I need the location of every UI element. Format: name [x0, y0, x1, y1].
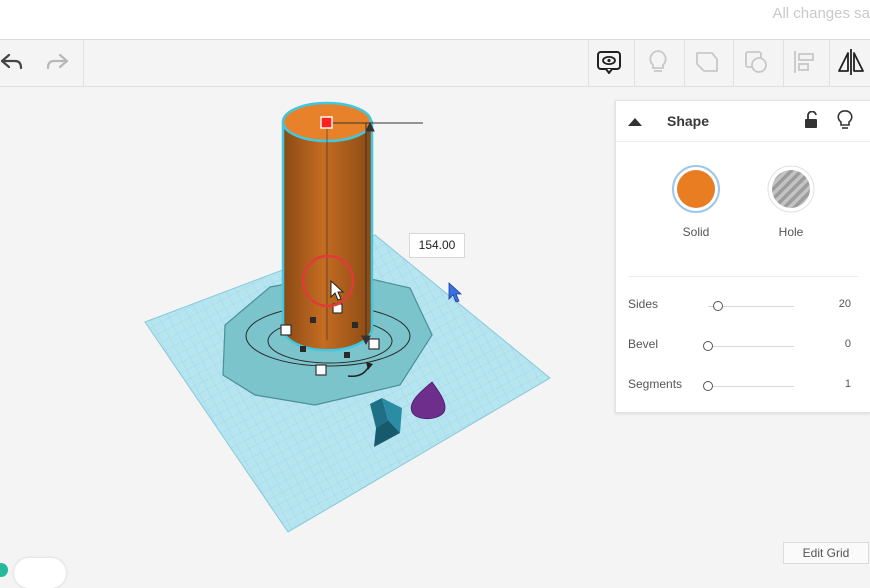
toolbar-divider	[829, 40, 830, 86]
segments-value[interactable]: 1	[845, 378, 851, 390]
inspector-divider	[628, 276, 858, 277]
align-icon	[794, 51, 814, 73]
top-bar: All changes sa	[0, 0, 870, 40]
toolbar	[0, 40, 870, 87]
height-dimension-label[interactable]: 154.00	[409, 233, 465, 258]
bevel-slider-track[interactable]	[708, 346, 794, 347]
lock-button[interactable]	[803, 110, 819, 134]
solid-color-swatch[interactable]	[671, 164, 721, 214]
inspector-header: Shape	[616, 101, 870, 142]
undo-arrow-icon	[0, 53, 23, 70]
shape-outline-button[interactable]	[690, 45, 724, 79]
toolbar-divider	[588, 40, 589, 86]
redo-button[interactable]	[40, 45, 74, 79]
collapse-button[interactable]	[628, 114, 642, 132]
bevel-property: Bevel 0	[616, 337, 870, 357]
lightbulb-icon	[649, 50, 667, 72]
hole-swatch[interactable]	[766, 164, 816, 214]
sides-value[interactable]: 20	[839, 298, 851, 310]
lightbulb-button[interactable]	[641, 45, 675, 79]
sides-slider-thumb[interactable]	[713, 301, 724, 311]
edit-grid-button[interactable]: Edit Grid	[783, 542, 869, 564]
inspector-title: Shape	[667, 113, 710, 129]
solid-label: Solid	[682, 225, 710, 239]
solid-option[interactable]: Solid	[666, 165, 726, 239]
lightbulb-icon	[837, 110, 853, 129]
group-button[interactable]	[739, 45, 773, 79]
hole-label: Hole	[778, 225, 804, 239]
toolbar-divider	[634, 40, 635, 86]
segments-slider-track[interactable]	[708, 386, 794, 387]
hole-option[interactable]: Hole	[761, 165, 821, 239]
undo-button[interactable]	[0, 45, 29, 79]
unlock-icon	[805, 110, 817, 128]
shape-inspector-panel: Shape Solid Hole Sides 20 Bevel 0 Segmen…	[615, 100, 870, 413]
sides-property: Sides 20	[616, 297, 870, 317]
light-button[interactable]	[836, 109, 854, 136]
bevel-value[interactable]: 0	[845, 338, 851, 350]
mirror-icon	[838, 49, 864, 75]
segments-property: Segments 1	[616, 377, 870, 397]
shape-outline-icon	[696, 52, 718, 72]
caret-up-icon	[628, 118, 642, 126]
small-handle[interactable]	[344, 352, 350, 358]
notes-button[interactable]	[592, 45, 626, 79]
top-handle[interactable]	[320, 116, 333, 129]
small-handle[interactable]	[352, 322, 358, 328]
resize-handle[interactable]	[315, 364, 327, 376]
status-dot	[0, 563, 8, 577]
redo-arrow-icon	[46, 53, 69, 70]
toolbar-divider	[783, 40, 784, 86]
align-button[interactable]	[787, 45, 821, 79]
resize-handle[interactable]	[280, 324, 292, 336]
group-icon	[745, 51, 767, 73]
resize-handle[interactable]	[368, 338, 380, 350]
mirror-button[interactable]	[834, 45, 868, 79]
save-status-text: All changes sa	[772, 5, 870, 22]
bottom-floating-control[interactable]	[14, 558, 66, 588]
sides-label: Sides	[628, 297, 659, 311]
bevel-label: Bevel	[628, 337, 659, 351]
notes-icon	[597, 51, 621, 74]
orange-cylinder-shape[interactable]	[281, 101, 374, 352]
small-handle[interactable]	[300, 346, 306, 352]
bevel-slider-thumb[interactable]	[703, 341, 713, 351]
toolbar-divider	[83, 40, 84, 86]
segments-slider-thumb[interactable]	[703, 381, 713, 391]
small-handle[interactable]	[310, 317, 316, 323]
segments-label: Segments	[628, 377, 683, 391]
toolbar-divider	[684, 40, 685, 86]
toolbar-divider	[733, 40, 734, 86]
